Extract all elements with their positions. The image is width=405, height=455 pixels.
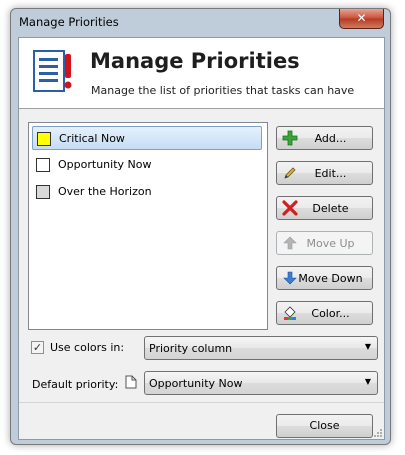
- list-item[interactable]: Critical Now: [32, 126, 262, 150]
- resize-grip-icon[interactable]: [373, 428, 383, 438]
- color-button[interactable]: Color...: [276, 301, 373, 325]
- add-button[interactable]: Add...: [276, 126, 373, 150]
- document-icon: [125, 375, 137, 389]
- delete-button[interactable]: Delete: [276, 196, 373, 220]
- color-swatch: [37, 132, 51, 146]
- dialog-header: Manage Priorities Manage the list of pri…: [19, 38, 384, 109]
- page-subtitle: Manage the list of priorities that tasks…: [91, 84, 355, 97]
- list-item[interactable]: Opportunity Now: [32, 153, 262, 177]
- color-swatch: [36, 185, 50, 199]
- list-item-label: Opportunity Now: [58, 158, 152, 171]
- list-item-label: Critical Now: [59, 132, 125, 145]
- window-title: Manage Priorities: [19, 15, 119, 29]
- move-up-button[interactable]: Move Up: [276, 231, 373, 255]
- move-up-button-label: Move Up: [306, 237, 355, 250]
- use-colors-dropdown[interactable]: Priority column ▼: [144, 336, 378, 360]
- window-close-button[interactable]: ✕: [339, 9, 384, 29]
- page-title: Manage Priorities: [90, 49, 300, 73]
- use-colors-label: Use colors in:: [50, 341, 125, 354]
- use-colors-checkbox[interactable]: ✓: [31, 341, 44, 354]
- edit-button[interactable]: Edit...: [276, 161, 373, 185]
- edit-button-label: Edit...: [314, 167, 347, 180]
- list-item[interactable]: Over the Horizon: [32, 180, 262, 204]
- dialog-window: Manage Priorities ✕ Manage Priorities Ma…: [10, 8, 391, 445]
- use-colors-value: Priority column: [149, 342, 233, 355]
- chevron-down-icon: ▼: [364, 342, 371, 351]
- footer-divider: [19, 402, 384, 403]
- chevron-down-icon: ▼: [364, 377, 371, 386]
- priority-list[interactable]: Critical Now Opportunity Now Over the Ho…: [28, 122, 268, 330]
- list-exclamation-icon: [33, 50, 72, 92]
- move-down-button[interactable]: Move Down: [276, 266, 373, 290]
- add-button-label: Add...: [314, 132, 347, 145]
- default-priority-dropdown[interactable]: Opportunity Now ▼: [144, 371, 378, 395]
- default-priority-value: Opportunity Now: [149, 377, 243, 390]
- color-button-label: Color...: [311, 307, 350, 320]
- close-button[interactable]: Close: [276, 414, 373, 438]
- delete-button-label: Delete: [312, 202, 349, 215]
- list-item-label: Over the Horizon: [58, 185, 152, 198]
- dialog-client: Manage Priorities Manage the list of pri…: [18, 37, 385, 440]
- title-bar[interactable]: Manage Priorities ✕: [11, 9, 390, 37]
- color-swatch: [36, 158, 50, 172]
- move-down-button-label: Move Down: [298, 272, 363, 285]
- default-priority-label: Default priority:: [32, 378, 119, 391]
